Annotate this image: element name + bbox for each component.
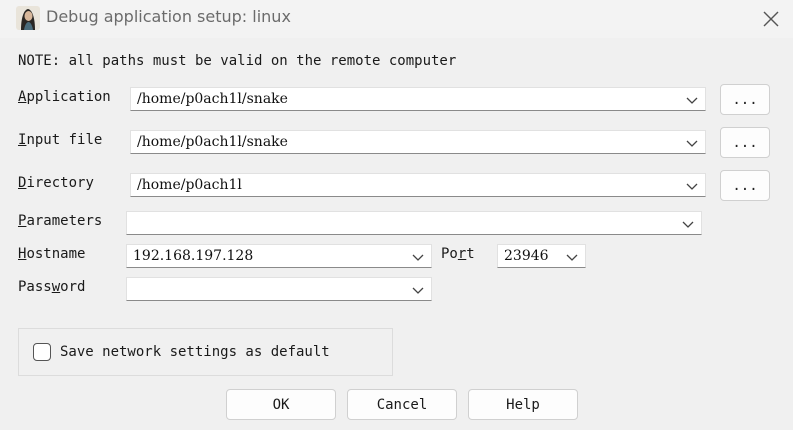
cancel-button[interactable]: Cancel	[347, 389, 457, 420]
save-network-label[interactable]: Save network settings as default	[60, 344, 330, 360]
hostname-value: 192.168.197.128	[133, 248, 254, 264]
chevron-down-icon	[682, 221, 694, 228]
chevron-down-icon	[566, 254, 578, 261]
directory-label: Directory	[18, 175, 94, 191]
parameters-label: Parameters	[18, 213, 103, 229]
input-file-combo[interactable]: /home/p0ach1l/snake	[130, 130, 706, 154]
chevron-down-icon	[412, 287, 424, 294]
directory-combo[interactable]: /home/p0ach1l	[130, 173, 706, 197]
application-label: Application	[18, 89, 111, 105]
port-value: 23946	[504, 248, 549, 264]
input-file-browse-button[interactable]: ...	[720, 127, 770, 158]
chevron-down-icon	[686, 183, 698, 190]
chevron-down-icon	[686, 140, 698, 147]
portrait-app-icon	[16, 6, 40, 30]
dialog-content: NOTE: all paths must be valid on the rem…	[0, 38, 793, 430]
hostname-label: Hostname	[18, 246, 86, 262]
directory-value: /home/p0ach1l	[137, 177, 242, 193]
title-bar: Debug application setup: linux	[0, 0, 793, 38]
close-button[interactable]	[759, 7, 783, 31]
hostname-combo[interactable]: 192.168.197.128	[126, 244, 432, 268]
password-combo[interactable]	[126, 277, 432, 301]
parameters-combo[interactable]	[126, 211, 702, 235]
close-icon	[763, 11, 779, 27]
port-combo[interactable]: 23946	[497, 244, 586, 268]
note-text: NOTE: all paths must be valid on the rem…	[18, 53, 457, 69]
application-value: /home/p0ach1l/snake	[137, 91, 288, 107]
port-label: Port	[441, 246, 475, 262]
ok-button[interactable]: OK	[226, 389, 336, 420]
network-settings-group: Save network settings as default	[18, 328, 393, 376]
application-combo[interactable]: /home/p0ach1l/snake	[130, 87, 706, 111]
input-file-label: Input file	[18, 132, 103, 148]
chevron-down-icon	[412, 254, 424, 261]
save-network-checkbox[interactable]	[33, 343, 51, 361]
window-title: Debug application setup: linux	[46, 7, 291, 26]
password-label: Password	[18, 279, 86, 295]
input-file-value: /home/p0ach1l/snake	[137, 134, 288, 150]
chevron-down-icon	[686, 97, 698, 104]
help-button[interactable]: Help	[468, 389, 578, 420]
directory-browse-button[interactable]: ...	[720, 170, 770, 201]
application-browse-button[interactable]: ...	[720, 84, 770, 115]
